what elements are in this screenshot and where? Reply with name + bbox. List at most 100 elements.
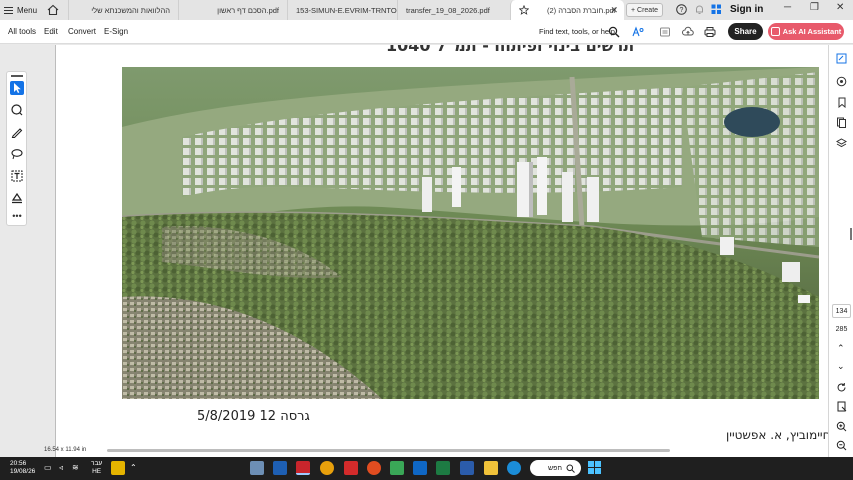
close-tab-icon[interactable]: ✕	[610, 5, 618, 16]
main-toolbar: All tools Edit Convert E-Sign Find text,…	[0, 20, 853, 44]
edit-pdf-icon[interactable]	[836, 53, 847, 64]
file-explorer-app-icon[interactable]	[484, 461, 498, 475]
ai-assistant-label: Ask AI Assistant	[782, 27, 842, 36]
comment-icon	[11, 104, 23, 116]
cursor-icon	[14, 83, 21, 93]
tab-label: 153-SIMUN-E.EVRIM-TRNTO-M...	[296, 5, 397, 15]
taskbar-search-label: חפש	[548, 464, 562, 472]
cloud-upload-icon[interactable]	[682, 26, 694, 38]
taskbar-app-2-icon[interactable]	[273, 461, 287, 475]
ai-assistant-icon	[770, 27, 780, 36]
language-bottom: HE	[92, 468, 102, 475]
acrobat-reader-app-icon[interactable]	[344, 461, 358, 475]
page-size-info: 16.54 x 11.94 in	[44, 447, 87, 453]
esign-menu[interactable]: E-Sign	[104, 27, 128, 36]
layers-icon[interactable]	[836, 138, 847, 149]
minimize-icon[interactable]: ─	[784, 2, 791, 13]
taskbar-app-6-icon[interactable]	[367, 461, 381, 475]
help-icon[interactable]: ?	[676, 4, 687, 15]
comment-tool[interactable]	[10, 103, 24, 117]
home-icon[interactable]	[47, 4, 59, 16]
pages-icon[interactable]	[836, 117, 847, 128]
print-icon[interactable]	[704, 26, 716, 38]
stamp-tool[interactable]	[10, 191, 24, 205]
bookmarks-icon[interactable]	[836, 97, 847, 108]
document-viewport[interactable]: תרשים בינוי ופיתוח - תמ"ל 1040 גרסה 12 5…	[0, 45, 828, 457]
draw-tool[interactable]	[10, 147, 24, 161]
excel-app-icon[interactable]	[436, 461, 450, 475]
star-icon[interactable]	[519, 5, 529, 15]
tab-label: הסכם דף ראשון.pdf	[217, 5, 279, 15]
page-extract-icon[interactable]	[836, 401, 847, 412]
pen-tool[interactable]	[10, 125, 24, 139]
taskbar-search-icon	[566, 464, 575, 473]
word-app-icon[interactable]	[460, 461, 474, 475]
search-icon[interactable]	[608, 26, 620, 38]
tab-booklet-active[interactable]: חוברת הסברה (2).pdf ✕	[510, 0, 624, 20]
menu-label: Menu	[17, 5, 38, 15]
pen-icon	[11, 128, 23, 139]
tab-label: transfer_19_08_2026.pdf	[406, 5, 490, 15]
edit-menu[interactable]: Edit	[44, 27, 58, 36]
chevron-down-icon[interactable]: ⌄	[837, 361, 845, 372]
plus-icon: +	[630, 6, 636, 14]
text-tool[interactable]	[10, 169, 24, 183]
battery-icon[interactable]: ▭	[44, 463, 52, 472]
edge-app-icon[interactable]	[507, 461, 521, 475]
right-rail-scroll-handle[interactable]	[850, 228, 852, 240]
chevron-up-tray-icon[interactable]: ⌃	[130, 463, 137, 472]
tab-label: חוברת הסברה (2).pdf	[547, 5, 616, 15]
taskbar-search[interactable]: חפש	[530, 460, 581, 476]
ai-assistant-button[interactable]: Ask AI Assistant	[768, 23, 844, 40]
convert-menu[interactable]: Convert	[68, 27, 96, 36]
text-box-icon	[11, 170, 23, 182]
rotate-icon[interactable]	[836, 382, 847, 393]
chevron-up-icon[interactable]: ⌃	[837, 343, 845, 354]
tab-simun[interactable]: 153-SIMUN-E.EVRIM-TRNTO-M...	[287, 0, 397, 20]
tab-agreement[interactable]: הסכם דף ראשון.pdf	[178, 0, 287, 20]
all-tools-menu[interactable]: All tools	[8, 27, 36, 36]
close-window-icon[interactable]: ✕	[836, 2, 844, 13]
protect-icon[interactable]	[659, 26, 671, 38]
zoom-in-icon[interactable]	[836, 421, 847, 432]
share-label: Share	[734, 27, 757, 36]
tab-transfer[interactable]: transfer_19_08_2026.pdf	[397, 0, 509, 20]
create-button[interactable]: + Create	[626, 3, 663, 17]
taskbar-app-7-icon[interactable]	[390, 461, 404, 475]
language-indicator[interactable]: עבר HE	[91, 460, 102, 476]
lasso-icon	[11, 149, 23, 160]
clock-time: 20:56	[10, 460, 27, 467]
share-button[interactable]: Share	[728, 23, 763, 40]
lock-app-icon[interactable]	[111, 461, 125, 475]
maximize-icon[interactable]: ❐	[810, 2, 819, 13]
taskbar-app-1-icon[interactable]	[250, 461, 264, 475]
bell-icon[interactable]	[694, 4, 705, 15]
comment-panel-icon[interactable]	[836, 76, 847, 87]
svg-text:?: ?	[680, 7, 684, 14]
outlook-app-icon[interactable]	[413, 461, 427, 475]
apps-grid-icon[interactable]	[711, 4, 722, 15]
horizontal-scrollbar[interactable]	[107, 449, 670, 452]
wifi-icon[interactable]: ≋	[72, 463, 79, 472]
menu-button[interactable]: Menu	[4, 3, 37, 17]
current-page-input[interactable]: 134	[832, 304, 851, 318]
clock-date: 19/08/26	[10, 468, 36, 475]
chrome-app-icon[interactable]	[320, 461, 334, 475]
zoom-out-icon[interactable]	[836, 440, 847, 451]
total-pages: 285	[835, 326, 848, 333]
clock[interactable]: 20:56 19/08/26	[10, 460, 35, 476]
more-tools-icon[interactable]: •••	[10, 211, 24, 225]
rail-drag-handle[interactable]	[11, 75, 23, 77]
find-field[interactable]: Find text, tools, or help	[539, 27, 615, 36]
windows-start-icon[interactable]	[588, 461, 601, 474]
aerial-rendering-image	[122, 67, 819, 399]
author-line: חיימוביץ, א. אפשטיין	[726, 428, 828, 442]
select-tool[interactable]	[10, 81, 24, 95]
right-rail: 134 285 ⌃ ⌄	[828, 45, 853, 457]
tab-label: ההלוואות והמשכנתא שלי	[91, 5, 170, 15]
volume-icon[interactable]: ◃	[59, 463, 63, 472]
tab-loans[interactable]: ההלוואות והמשכנתא שלי	[68, 0, 178, 20]
sign-in-button[interactable]: Sign in	[730, 4, 763, 15]
ai-text-icon[interactable]	[632, 26, 644, 38]
acrobat-app-icon[interactable]	[296, 461, 310, 475]
